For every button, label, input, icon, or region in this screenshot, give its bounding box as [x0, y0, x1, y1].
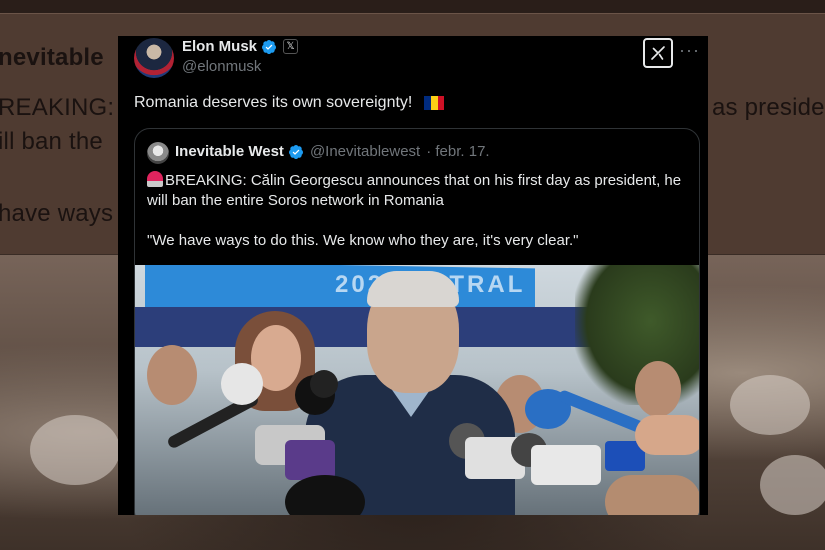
author-handle[interactable]: @elonmusk	[182, 58, 261, 75]
tweet-card[interactable]: Elon Musk 𝕏 @elonmusk ··· Romania deserv…	[118, 36, 708, 515]
quoted-author-avatar[interactable]	[147, 142, 169, 164]
quoted-tweet-body: BREAKING: Călin Georgescu announces that…	[147, 171, 687, 271]
photo-mic-flag	[285, 440, 335, 480]
photo-mic-flag	[531, 445, 601, 485]
verified-badge-icon	[262, 39, 277, 54]
tweet-text: Romania deserves its own sovereignty!	[134, 94, 413, 111]
quoted-tweet[interactable]: Inevitable West @Inevitablewest · febr. …	[134, 128, 700, 515]
x-logo-icon: 𝕏	[283, 39, 299, 54]
photo-mic	[221, 363, 263, 405]
background-top-band	[0, 0, 825, 14]
grok-icon	[651, 46, 665, 60]
background-text-line: have ways	[0, 200, 114, 227]
quoted-tweet-photo[interactable]: 2024 ENTRAL	[135, 265, 699, 515]
author-name[interactable]: Elon Musk	[182, 38, 257, 55]
quoted-author-name[interactable]: Inevitable West	[175, 143, 284, 160]
background-text-line: ill ban the	[0, 128, 103, 155]
quoted-tweet-header: Inevitable West @Inevitablewest · febr. …	[175, 143, 490, 160]
quoted-author-handle[interactable]: @Inevitablewest	[310, 143, 420, 160]
photo-person	[635, 361, 681, 417]
background-text-line: REAKING:	[0, 94, 115, 121]
grok-button[interactable]	[643, 38, 673, 68]
photo-mic	[310, 370, 338, 398]
photo-hand	[635, 415, 699, 455]
tweet-text-row: Romania deserves its own sovereignty!	[134, 94, 445, 112]
quoted-paragraph-2: "We have ways to do this. We know who th…	[147, 232, 579, 249]
author-avatar[interactable]	[134, 38, 174, 78]
romania-flag-icon	[424, 96, 445, 110]
photo-hand	[605, 475, 699, 515]
background-mic	[730, 375, 810, 435]
more-icon[interactable]: ···	[679, 40, 700, 61]
background-mic	[760, 455, 825, 515]
background-text-line: nevitable	[0, 44, 104, 71]
quoted-tweet-date[interactable]: · febr. 17.	[426, 143, 489, 160]
siren-icon	[147, 171, 163, 187]
background-mic	[30, 415, 120, 485]
verified-badge-icon	[288, 144, 303, 159]
quoted-paragraph-1: BREAKING: Călin Georgescu announces that…	[147, 171, 687, 211]
photo-person	[147, 345, 197, 405]
photo-man-hair	[367, 271, 459, 307]
author-name-row: Elon Musk 𝕏	[182, 38, 299, 55]
background-text-line: as preside	[712, 94, 825, 121]
quoted-paragraph-1-text: BREAKING: Călin Georgescu announces that…	[147, 172, 682, 209]
